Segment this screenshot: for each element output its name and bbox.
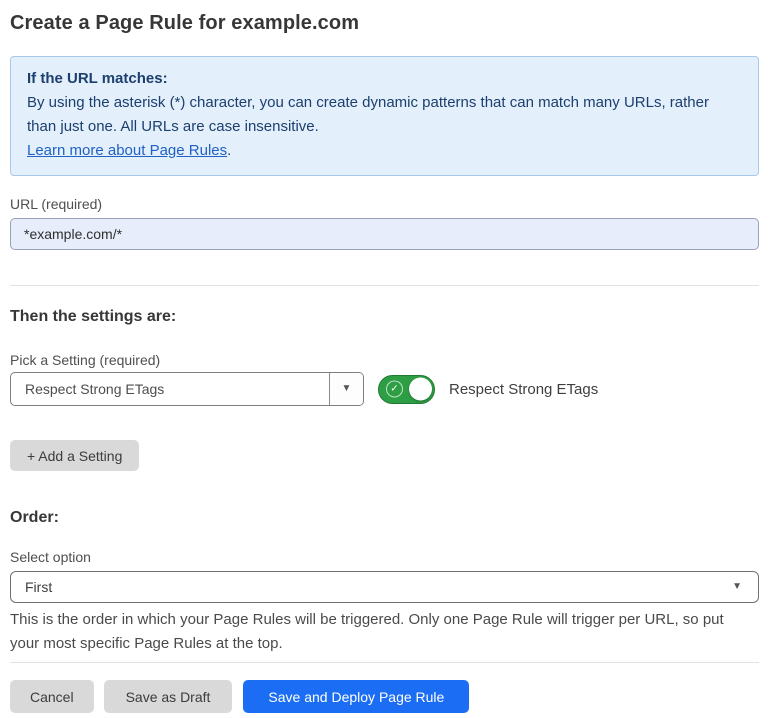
toggle-knob: [409, 378, 432, 401]
order-select[interactable]: First ▼: [10, 571, 759, 603]
order-select-value: First: [25, 579, 52, 595]
page-title: Create a Page Rule for example.com: [10, 12, 759, 35]
link-suffix: .: [227, 142, 231, 159]
chevron-down-icon: ▼: [342, 384, 352, 394]
info-box-body: By using the asterisk (*) character, you…: [27, 91, 742, 139]
etags-toggle[interactable]: ✓: [378, 375, 435, 404]
setting-row: Respect Strong ETags ▼ ✓ Respect Strong …: [10, 372, 759, 406]
save-draft-button[interactable]: Save as Draft: [104, 680, 233, 713]
section-divider: [10, 285, 759, 286]
setting-select[interactable]: Respect Strong ETags ▼: [10, 372, 364, 406]
learn-more-link[interactable]: Learn more about Page Rules: [27, 142, 227, 159]
chevron-down-icon: ▼: [732, 582, 742, 592]
url-input[interactable]: [10, 218, 759, 250]
add-setting-button[interactable]: + Add a Setting: [10, 440, 139, 471]
pick-setting-label: Pick a Setting (required): [10, 352, 759, 368]
info-link-line: Learn more about Page Rules.: [27, 139, 742, 163]
order-section-heading: Order:: [10, 509, 759, 527]
check-icon: ✓: [386, 381, 403, 398]
info-box-heading: If the URL matches:: [27, 67, 742, 91]
form-actions: Cancel Save as Draft Save and Deploy Pag…: [10, 680, 759, 713]
setting-select-arrow-button[interactable]: ▼: [329, 373, 363, 405]
order-select-label: Select option: [10, 549, 759, 565]
order-help-text: This is the order in which your Page Rul…: [10, 608, 755, 656]
cancel-button[interactable]: Cancel: [10, 680, 94, 713]
settings-section-heading: Then the settings are:: [10, 308, 759, 326]
page-rule-form: Create a Page Rule for example.com If th…: [0, 0, 769, 713]
save-deploy-button[interactable]: Save and Deploy Page Rule: [243, 680, 469, 713]
url-field-label: URL (required): [10, 196, 759, 212]
toggle-label: Respect Strong ETags: [449, 381, 598, 398]
setting-select-value: Respect Strong ETags: [11, 373, 329, 405]
url-match-info-box: If the URL matches: By using the asteris…: [10, 56, 759, 176]
footer-divider: [10, 662, 759, 663]
